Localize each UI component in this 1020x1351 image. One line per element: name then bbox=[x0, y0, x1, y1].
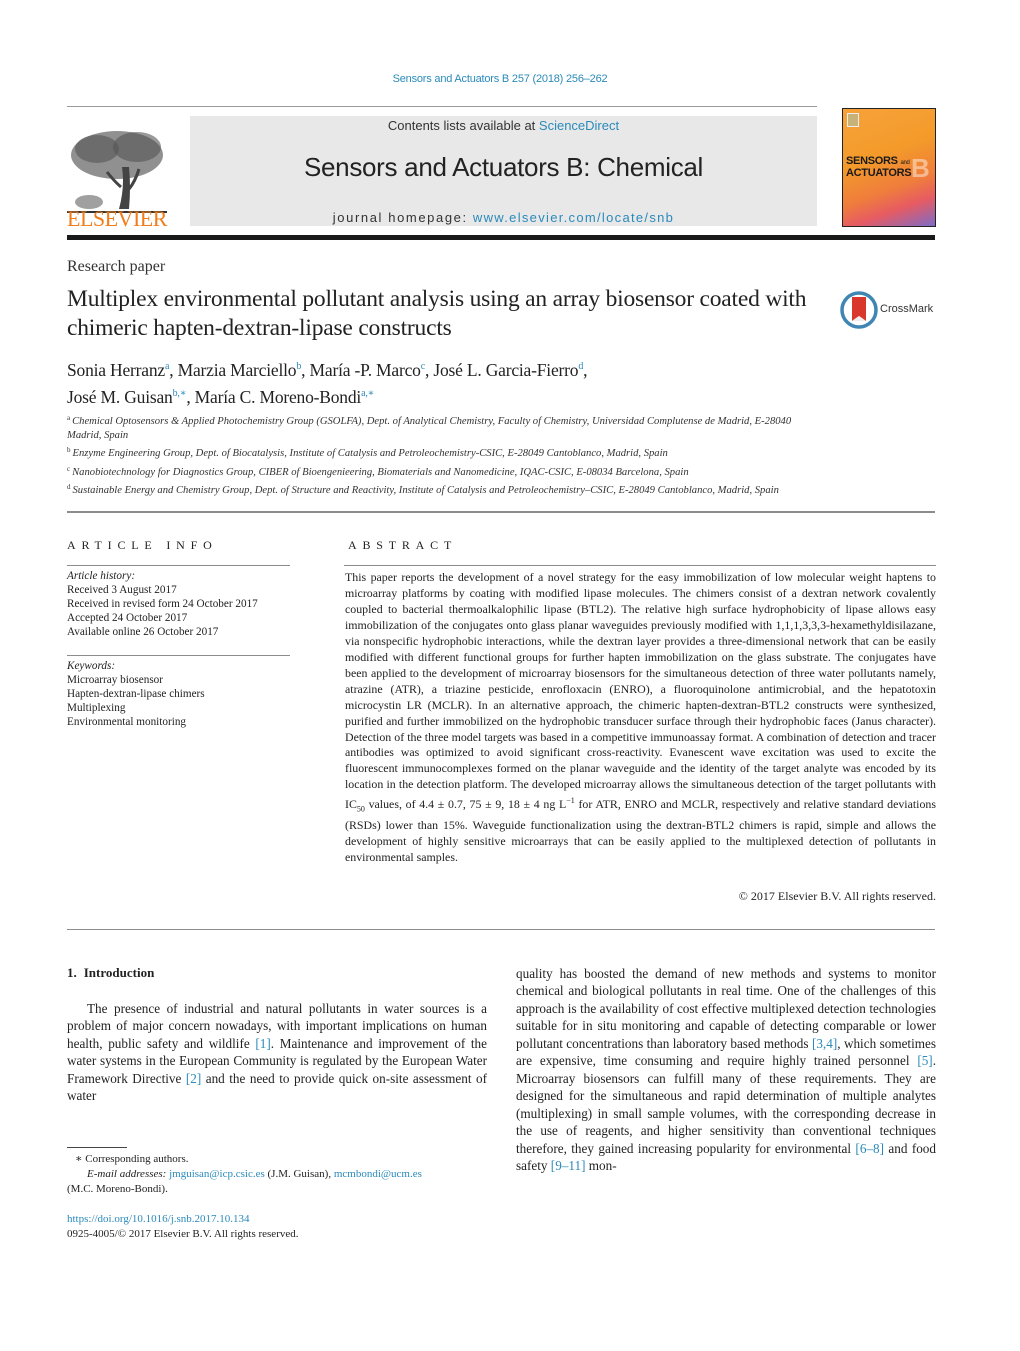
issn-copyright: 0925-4005/© 2017 Elsevier B.V. All right… bbox=[67, 1228, 299, 1240]
reference-link[interactable]: [2] bbox=[186, 1071, 201, 1086]
affiliation-item: b Enzyme Engineering Group, Dept. of Bioc… bbox=[67, 446, 668, 460]
email-note-owner: (M.C. Moreno-Bondi). bbox=[67, 1183, 168, 1195]
article-history: Article history: Received 3 August 2017 … bbox=[67, 569, 292, 639]
history-item: Available online 26 October 2017 bbox=[67, 626, 219, 638]
contents-line: Contents lists available at ScienceDirec… bbox=[190, 118, 817, 133]
author-list: Sonia Herranza, Marzia Marciellob, María… bbox=[67, 360, 588, 407]
corresponding-note: ∗ Corresponding authors. bbox=[75, 1153, 189, 1165]
footnotes: ∗ Corresponding authors. E-mail addresse… bbox=[67, 1152, 487, 1197]
journal-cover-image[interactable]: SENSORS and ACTUATORS B bbox=[842, 108, 936, 227]
reference-link[interactable]: [3,4] bbox=[812, 1036, 837, 1051]
reference-link[interactable]: [6–8] bbox=[855, 1141, 884, 1156]
elsevier-badge-icon bbox=[847, 113, 859, 127]
journal-title: Sensors and Actuators B: Chemical bbox=[303, 152, 704, 182]
article-type: Research paper bbox=[67, 258, 166, 275]
cover-title-line2: ACTUATORS bbox=[846, 167, 912, 179]
paragraph: The presence of industrial and natural p… bbox=[67, 1001, 487, 1104]
paragraph: quality has boosted the demand of new me… bbox=[516, 966, 936, 1173]
affiliation-item: a Chemical Optosensors & Applied Photoche… bbox=[67, 414, 792, 442]
doi-link[interactable]: https://doi.org/10.1016/j.snb.2017.10.13… bbox=[67, 1213, 250, 1225]
affiliation-item: d Sustainable Energy and Chemistry Group,… bbox=[67, 482, 779, 496]
abstract-rule bbox=[344, 565, 936, 566]
author[interactable]: José L. Garcia-Fierrod bbox=[433, 360, 583, 380]
section-divider bbox=[67, 511, 935, 513]
affiliation-marker[interactable]: b,∗ bbox=[173, 388, 187, 399]
keywords-label: Keywords: bbox=[67, 660, 116, 672]
homepage-link[interactable]: www.elsevier.com/locate/snb bbox=[473, 210, 674, 225]
header-rule bbox=[67, 106, 817, 107]
article-history-label: Article history: bbox=[67, 570, 136, 582]
affiliation-marker[interactable]: a,∗ bbox=[361, 388, 374, 399]
crossmark-label: CrossMark bbox=[880, 303, 934, 315]
article-info-heading: ARTICLE INFO bbox=[67, 538, 218, 552]
body-column-right: quality has boosted the demand of new me… bbox=[516, 965, 936, 1174]
header-thick-rule bbox=[67, 235, 935, 240]
body-column-left: The presence of industrial and natural p… bbox=[67, 1000, 487, 1105]
history-item: Received in revised form 24 October 2017 bbox=[67, 598, 258, 610]
elsevier-wordmark: ELSEVIER bbox=[67, 206, 167, 231]
journal-citation[interactable]: Sensors and Actuators B 257 (2018) 256–2… bbox=[0, 73, 1000, 85]
contents-prefix: Contents lists available at bbox=[387, 118, 539, 133]
history-item: Received 3 August 2017 bbox=[67, 584, 177, 596]
email-link[interactable]: mcmbondi@ucm.es bbox=[334, 1168, 422, 1180]
homepage-prefix: journal homepage: bbox=[332, 210, 473, 225]
email-note: E-mail addresses: jmguisan@icp.csic.es (… bbox=[87, 1168, 422, 1180]
reference-link[interactable]: [5] bbox=[917, 1053, 932, 1068]
reference-link[interactable]: [9–11] bbox=[551, 1158, 586, 1173]
author[interactable]: María -P. Marcoc bbox=[310, 360, 426, 380]
crossmark-button[interactable]: CrossMark bbox=[840, 291, 940, 329]
body-divider bbox=[67, 929, 935, 930]
cover-title-line1: SENSORS and bbox=[846, 155, 910, 167]
abstract-heading: ABSTRACT bbox=[348, 538, 458, 552]
sciencedirect-link[interactable]: ScienceDirect bbox=[539, 118, 619, 133]
keywords: Keywords: Microarray biosensor Hapten-de… bbox=[67, 659, 292, 729]
doi-block: https://doi.org/10.1016/j.snb.2017.10.13… bbox=[67, 1212, 299, 1242]
reference-link[interactable]: [1] bbox=[255, 1036, 270, 1051]
author[interactable]: José M. Guisanb,∗ bbox=[67, 387, 187, 407]
section-heading-introduction: 1. Introduction bbox=[67, 965, 155, 980]
email-link[interactable]: jmguisan@icp.csic.es bbox=[169, 1168, 265, 1180]
keyword-item: Environmental monitoring bbox=[67, 716, 187, 728]
author[interactable]: Marzia Marciellob bbox=[178, 360, 302, 380]
keyword-item: Microarray biosensor bbox=[67, 674, 163, 686]
author[interactable]: Sonia Herranza bbox=[67, 360, 169, 380]
abstract-copyright: © 2017 Elsevier B.V. All rights reserved… bbox=[738, 889, 936, 903]
crossmark-icon bbox=[840, 291, 878, 329]
cover-letter: B bbox=[911, 153, 930, 183]
journal-homepage: journal homepage: www.elsevier.com/locat… bbox=[190, 210, 817, 225]
keywords-rule bbox=[67, 655, 290, 656]
affiliation-item: c Nanobiotechnology for Diagnostics Group… bbox=[67, 464, 689, 478]
author[interactable]: María C. Moreno-Bondia,∗ bbox=[195, 387, 375, 407]
article-title: Multiplex environmental pollutant analys… bbox=[67, 286, 807, 341]
article-info-rule bbox=[67, 565, 290, 566]
keyword-item: Hapten-dextran-lipase chimers bbox=[67, 688, 205, 700]
keyword-item: Multiplexing bbox=[67, 702, 126, 714]
affiliations: a Chemical Optosensors & Applied Photoche… bbox=[67, 411, 827, 498]
abstract-text: This paper reports the development of a … bbox=[345, 570, 936, 864]
footnote-rule bbox=[67, 1147, 127, 1148]
history-item: Accepted 24 October 2017 bbox=[67, 612, 188, 624]
